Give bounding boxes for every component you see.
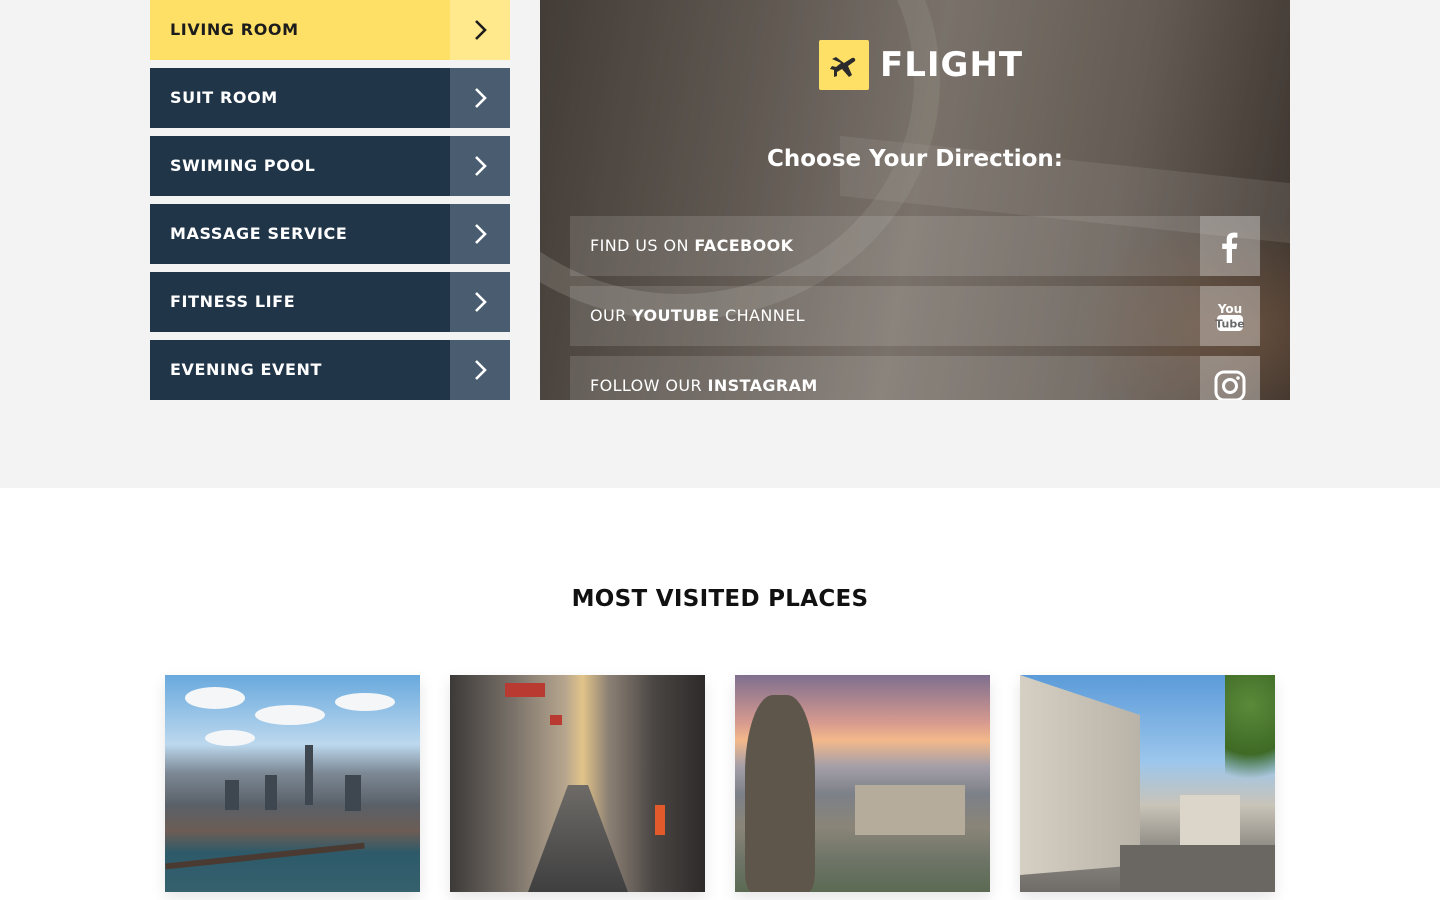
place-card-studio[interactable] — [1020, 675, 1275, 892]
chevron-right-icon — [450, 272, 510, 332]
facebook-link[interactable]: FIND US ON FACEBOOK — [570, 216, 1260, 276]
menu-item-label: MASSAGE SERVICE — [170, 224, 348, 243]
menu-item-label: EVENING EVENT — [170, 360, 323, 379]
instagram-icon — [1200, 356, 1260, 400]
menu-item-label: FITNESS LIFE — [170, 292, 296, 311]
menu-item-suit-room[interactable]: SUIT ROOM — [150, 68, 510, 128]
facebook-icon — [1200, 216, 1260, 276]
menu-item-swiming-pool[interactable]: SWIMING POOL — [150, 136, 510, 196]
menu-item-evening-event[interactable]: EVENING EVENT — [150, 340, 510, 400]
menu-item-label: SWIMING POOL — [170, 156, 316, 175]
menu-item-fitness-life[interactable]: FITNESS LIFE — [150, 272, 510, 332]
place-photo — [450, 675, 705, 892]
menu-item-massage-service[interactable]: MASSAGE SERVICE — [150, 204, 510, 264]
menu-item-living-room[interactable]: LIVING ROOM — [150, 0, 510, 60]
instagram-link-text: FOLLOW OUR INSTAGRAM — [590, 376, 818, 395]
svg-text:You: You — [1217, 302, 1242, 316]
facebook-link-text: FIND US ON FACEBOOK — [590, 236, 794, 255]
menu-item-label: SUIT ROOM — [170, 88, 278, 107]
place-card-paris[interactable] — [735, 675, 990, 892]
place-card-new-york[interactable] — [165, 675, 420, 892]
chevron-right-icon — [450, 136, 510, 196]
airplane-icon — [819, 40, 869, 90]
menu-item-label: LIVING ROOM — [170, 20, 299, 39]
flight-hero-panel: FLIGHT Choose Your Direction: FIND US ON… — [540, 0, 1290, 400]
chevron-right-icon — [450, 0, 510, 60]
place-card-alley[interactable] — [450, 675, 705, 892]
youtube-link-text: OUR YOUTUBE CHANNEL — [590, 306, 805, 325]
hero-title: Choose Your Direction: — [766, 146, 1064, 172]
chevron-right-icon — [450, 204, 510, 264]
chevron-right-icon — [450, 340, 510, 400]
logo-text: FLIGHT — [880, 45, 1024, 85]
chevron-right-icon — [450, 68, 510, 128]
place-photo — [735, 675, 990, 892]
svg-text:Tube: Tube — [1215, 318, 1244, 331]
top-section: LIVING ROOM SUIT ROOM SWIMING POOL MASSA… — [0, 0, 1440, 488]
place-photo — [165, 675, 420, 892]
instagram-link[interactable]: FOLLOW OUR INSTAGRAM — [570, 356, 1260, 400]
youtube-icon: You Tube — [1200, 286, 1260, 346]
most-visited-places-title: MOST VISITED PLACES — [571, 586, 869, 612]
youtube-link[interactable]: OUR YOUTUBE CHANNEL You Tube — [570, 286, 1260, 346]
place-photo — [1020, 675, 1275, 892]
